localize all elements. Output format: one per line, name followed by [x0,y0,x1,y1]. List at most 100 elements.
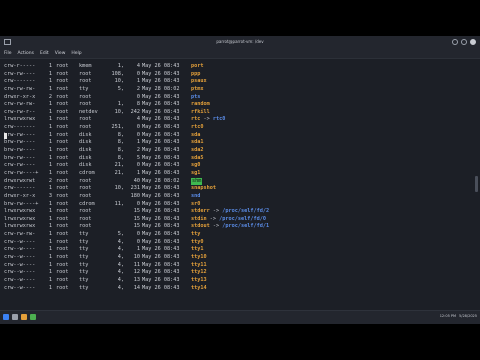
menu-actions[interactable]: Actions [18,49,34,58]
size-minor: 15 [133,215,140,222]
owner: root [56,108,69,115]
link-target: /proc/self/fd/1 [222,223,270,230]
listing-row: crw-r----- 1 root kmem 1, 4 May 26 08:43 port [4,63,474,71]
permissions: drwxr-xr-x [4,93,36,100]
minimize-button[interactable] [452,39,458,45]
files-icon[interactable] [12,314,18,320]
link-count: 1 [48,108,52,115]
permissions: crw------- [4,78,36,85]
major-number: 1, [117,63,124,69]
permissions: drwxrwxrwt [4,177,36,184]
modified-date: May 26 08:43 [142,162,180,169]
modified-date: May 26 08:43 [142,246,180,253]
permissions: crw-rw---- [4,70,36,77]
desktop-screen: parrot@parrot-vm: /dev File Actions Edit… [0,36,480,324]
owner: root [56,131,69,138]
listing-row: drwxr-xr-x 2 root root 0 May 26 08:43 pts [4,94,474,102]
entry-name: snapshot [191,185,216,192]
taskbar-clock[interactable]: 12:05 PM [440,314,456,318]
terminal-icon[interactable] [30,314,36,320]
size-minor: 231 [130,185,140,192]
modified-date: May 26 08:43 [142,78,180,85]
link-count: 1 [48,254,52,261]
size-minor: 2 [136,85,140,92]
size-minor: 8 [136,101,140,108]
window-titlebar[interactable]: parrot@parrot-vm: /dev [0,36,480,49]
modified-date: May 26 08:43 [142,254,180,261]
group: tty [79,261,89,268]
menu-help[interactable]: Help [71,49,81,58]
owner: root [56,185,69,192]
terminal-output[interactable]: crw-r----- 1 root kmem 1, 4 May 26 08:43 port cr… [4,63,474,292]
entry-name: sr0 [191,200,201,207]
owner: root [56,231,69,238]
major-number: 10, [114,108,124,115]
group: tty [79,254,89,261]
major-number: 11, [114,200,124,207]
menu-view[interactable]: View [55,49,66,58]
size-minor: 0 [136,124,140,131]
permissions: crw-rw-rw- [4,101,36,108]
size-minor: 10 [133,254,140,261]
group: root [79,177,92,184]
entry-name: psaux [191,78,207,85]
major-number: 8, [117,139,124,146]
permissions: brw-rw---- [4,147,36,154]
group: root [79,208,92,215]
menu-file[interactable]: File [4,49,12,58]
modified-date: May 26 08:43 [142,192,180,199]
listing-row: lrwxrwxrwx 1 root root 15 May 26 08:43 stdout … [4,223,474,231]
modified-date: May 26 08:43 [142,63,180,69]
group: tty [79,85,89,92]
listing-row: crw-rw-r-- 1 root netdev 10, 242 May 26 08:43 r… [4,109,474,117]
entry-name: sg1 [191,169,201,176]
link-count: 1 [48,154,52,161]
modified-date: May 26 08:43 [142,93,180,100]
group: root [79,78,92,85]
modified-date: May 26 08:43 [142,139,180,146]
size-minor: 0 [136,70,140,77]
permissions: crw--w---- [4,254,36,261]
permissions: crw------- [4,124,36,131]
browser-icon[interactable] [21,314,27,320]
link-count: 1 [48,238,52,245]
permissions: crw-rw-rw- [4,85,36,92]
owner: root [56,215,69,222]
group: disk [79,147,92,154]
group: root [79,101,92,108]
scrollbar-thumb[interactable] [475,176,478,192]
close-button[interactable] [470,39,476,45]
modified-date: May 26 08:43 [142,200,180,207]
permissions: crw--w---- [4,246,36,253]
size-minor: 15 [133,223,140,230]
link-count: 1 [48,131,52,138]
listing-row: lrwxrwxrwx 1 root root 15 May 26 08:43 stderr … [4,208,474,216]
entry-name: shm [191,177,203,186]
group: tty [79,284,89,291]
menu-icon[interactable] [3,314,9,320]
modified-date: May 26 08:43 [142,124,180,131]
link-count: 1 [48,200,52,207]
size-minor: 4 [136,63,140,69]
group: tty [79,238,89,245]
permissions: crw-r----- [4,63,36,69]
group: tty [79,269,89,276]
taskbar: 12:05 PM 5/28/2025 [0,310,480,324]
group: tty [79,276,89,283]
listing-row: drwxrwxrwt 2 root root 40 May 28 08:02 shm [4,177,474,186]
group: root [79,223,92,230]
link-count: 1 [48,185,52,192]
group: root [79,70,92,77]
link-count: 1 [48,231,52,238]
entry-name: tty0 [191,238,204,245]
major-number: 8, [117,154,124,161]
size-minor: 0 [136,238,140,245]
link-count: 1 [48,147,52,154]
menu-edit[interactable]: Edit [40,49,49,58]
listing-row: crw-rw-rw- 1 root tty 5, 2 May 28 08:02 ptmx [4,86,474,94]
owner: root [56,93,69,100]
major-number: 4, [117,261,124,268]
maximize-button[interactable] [461,39,467,45]
size-minor: 1 [136,246,140,253]
entry-name: stdout -> /proc/self/fd/1 [191,223,270,230]
